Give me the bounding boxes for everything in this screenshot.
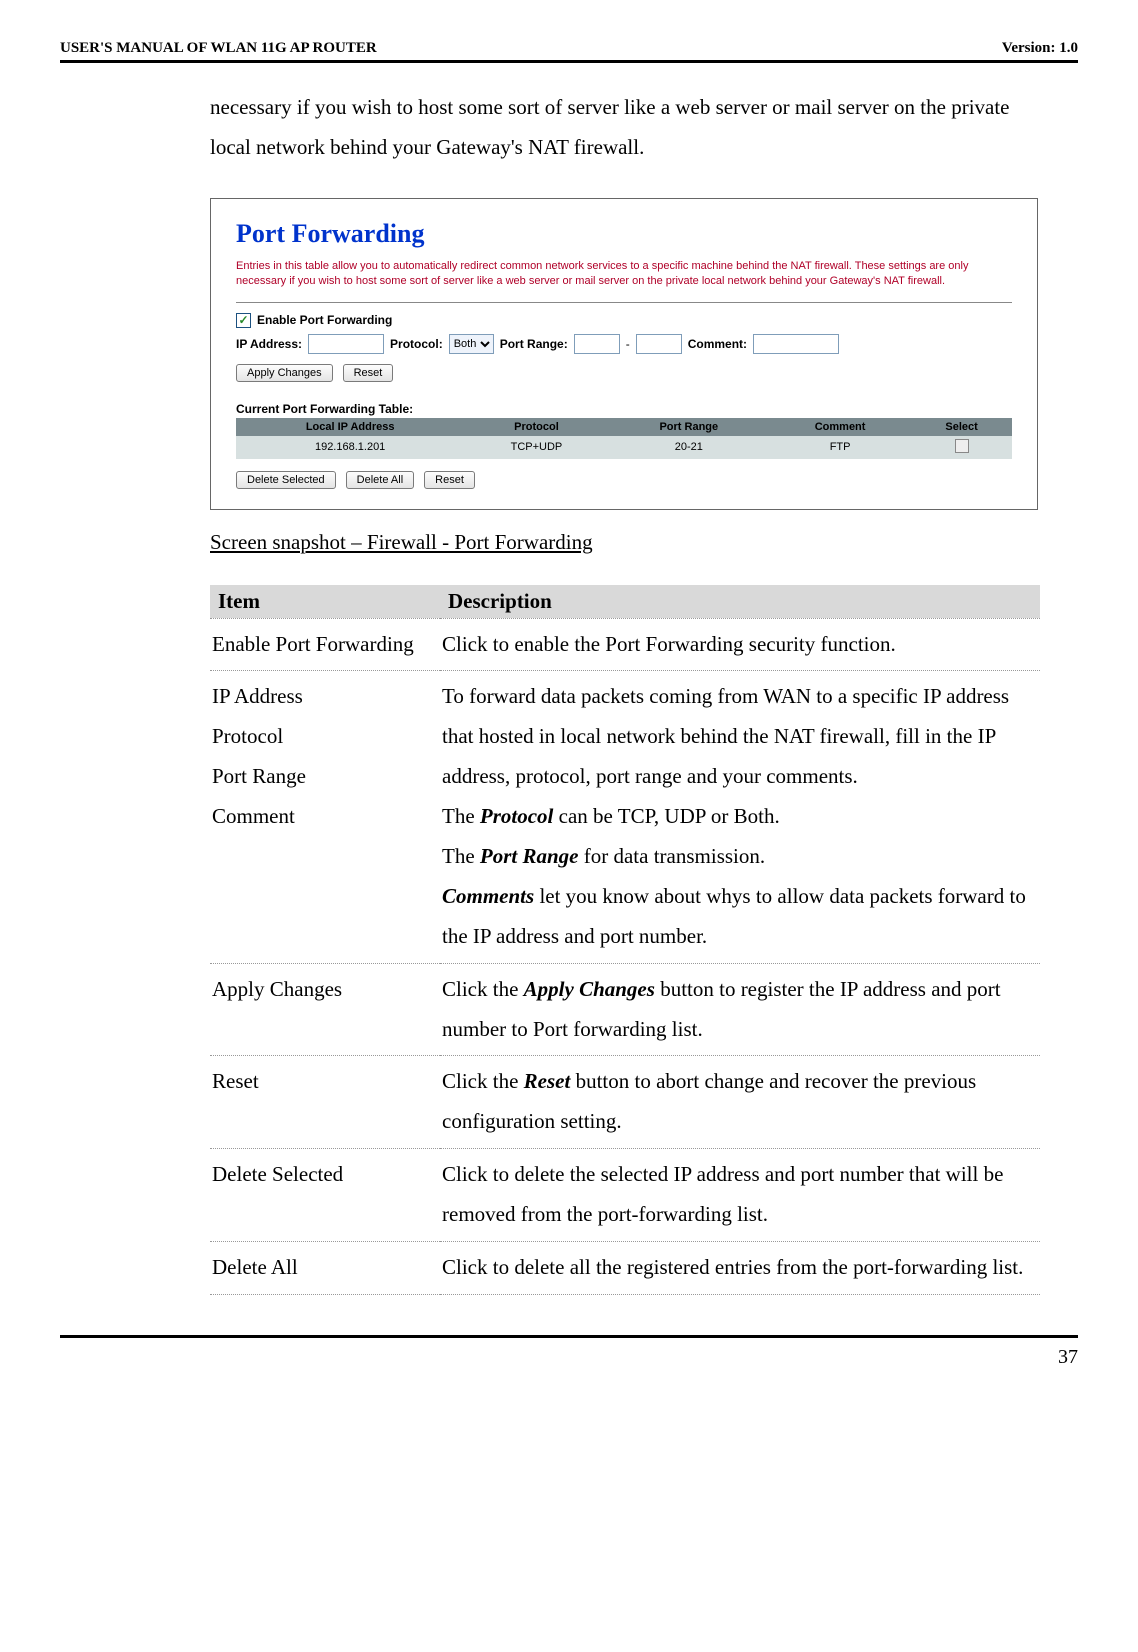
enable-checkbox[interactable]: ✓ (236, 313, 251, 328)
desc-reset: Click the Reset button to abort change a… (440, 1056, 1040, 1149)
page-number: 37 (1058, 1346, 1078, 1368)
item-port-range: Port Range (212, 764, 306, 788)
item-enable: Enable Port Forwarding (210, 618, 440, 671)
th-item: Item (210, 585, 440, 619)
desc-apply: Click the Apply Changes button to regist… (440, 963, 1040, 1056)
item-apply: Apply Changes (210, 963, 440, 1056)
td-protocol: TCP+UDP (464, 436, 608, 459)
item-delete-selected: Delete Selected (210, 1149, 440, 1242)
ip-input[interactable] (308, 334, 384, 354)
divider (236, 302, 1012, 303)
th-select: Select (911, 418, 1012, 436)
delete-buttons-row: Delete Selected Delete All Reset (236, 471, 1012, 489)
header-left: USER'S MANUAL OF WLAN 11G AP ROUTER (60, 40, 377, 57)
table-row: 192.168.1.201 TCP+UDP 20-21 FTP (236, 436, 1012, 459)
delete-all-button[interactable]: Delete All (346, 471, 414, 489)
pf-description: Entries in this table allow you to autom… (236, 259, 1012, 290)
item-reset: Reset (210, 1056, 440, 1149)
reset-button[interactable]: Reset (343, 364, 394, 382)
table-caption: Current Port Forwarding Table: (236, 402, 1012, 416)
item-delete-all: Delete All (210, 1242, 440, 1295)
item-group: IP Address Protocol Port Range Comment (210, 671, 440, 963)
ip-label: IP Address: (236, 337, 302, 351)
item-protocol: Protocol (212, 724, 283, 748)
page-header: USER'S MANUAL OF WLAN 11G AP ROUTER Vers… (60, 40, 1078, 63)
port-range-label: Port Range: (500, 337, 568, 351)
item-comment: Comment (212, 804, 295, 828)
enable-label: Enable Port Forwarding (257, 313, 392, 327)
apply-changes-button[interactable]: Apply Changes (236, 364, 333, 382)
port-forwarding-screenshot: Port Forwarding Entries in this table al… (210, 198, 1038, 510)
intro-paragraph: necessary if you wish to host some sort … (210, 88, 1038, 168)
input-row: IP Address: Protocol: Both Port Range: -… (236, 334, 1012, 354)
protocol-label: Protocol: (390, 337, 443, 351)
description-table: Item Description Enable Port Forwarding … (210, 585, 1040, 1295)
screenshot-caption: Screen snapshot – Firewall - Port Forwar… (210, 530, 1078, 555)
desc-enable: Click to enable the Port Forwarding secu… (440, 618, 1040, 671)
td-local-ip: 192.168.1.201 (236, 436, 464, 459)
page-footer: 37 (60, 1335, 1078, 1369)
td-comment: FTP (769, 436, 911, 459)
th-port-range: Port Range (609, 418, 769, 436)
protocol-select[interactable]: Both (449, 334, 494, 354)
row-select-checkbox[interactable] (955, 439, 969, 453)
desc-delete-all: Click to delete all the registered entri… (440, 1242, 1040, 1295)
th-comment: Comment (769, 418, 911, 436)
forwarding-table: Local IP Address Protocol Port Range Com… (236, 418, 1012, 459)
comment-label: Comment: (688, 337, 747, 351)
td-select (911, 436, 1012, 459)
table-header-row: Local IP Address Protocol Port Range Com… (236, 418, 1012, 436)
desc-group: To forward data packets coming from WAN … (440, 671, 1040, 963)
enable-row: ✓ Enable Port Forwarding (236, 313, 1012, 328)
port-to-input[interactable] (636, 334, 682, 354)
th-protocol: Protocol (464, 418, 608, 436)
port-from-input[interactable] (574, 334, 620, 354)
port-separator: - (626, 337, 630, 351)
reset-button-2[interactable]: Reset (424, 471, 475, 489)
th-description: Description (440, 585, 1040, 619)
td-port-range: 20-21 (609, 436, 769, 459)
apply-reset-row: Apply Changes Reset (236, 364, 1012, 382)
delete-selected-button[interactable]: Delete Selected (236, 471, 336, 489)
header-right: Version: 1.0 (1002, 40, 1078, 57)
desc-delete-selected: Click to delete the selected IP address … (440, 1149, 1040, 1242)
th-local-ip: Local IP Address (236, 418, 464, 436)
pf-title: Port Forwarding (236, 219, 1012, 249)
comment-input[interactable] (753, 334, 839, 354)
item-ip: IP Address (212, 684, 303, 708)
